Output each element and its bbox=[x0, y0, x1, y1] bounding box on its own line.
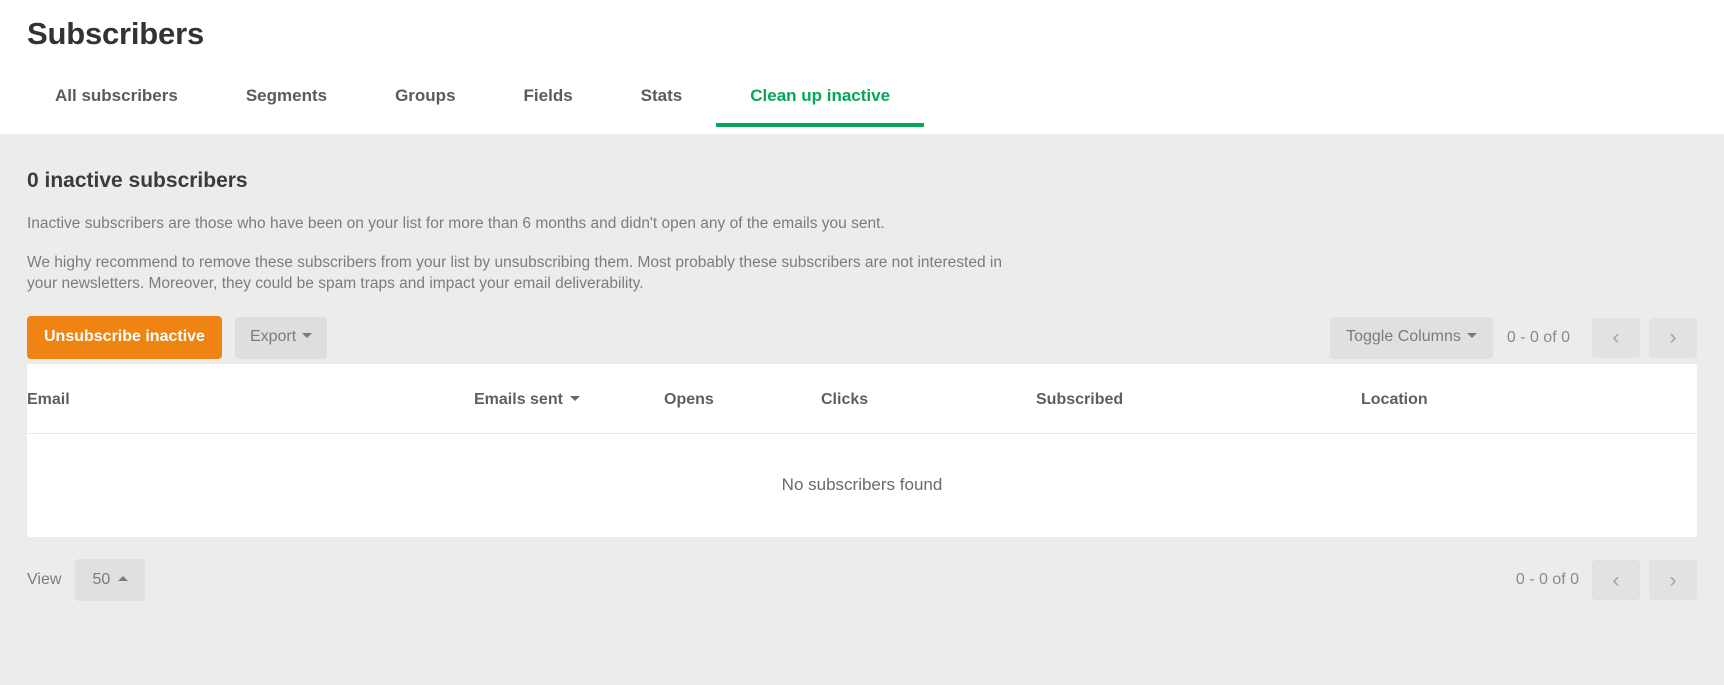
tab-bar: All subscribers Segments Groups Fields S… bbox=[0, 69, 1724, 127]
inactive-description-1: Inactive subscribers are those who have … bbox=[27, 215, 885, 232]
table-empty-row: No subscribers found bbox=[27, 434, 1697, 537]
column-header-subscribed-label: Subscribed bbox=[1036, 391, 1124, 408]
export-button[interactable]: Export bbox=[234, 316, 328, 359]
tab-segments[interactable]: Segments bbox=[212, 86, 361, 127]
column-header-clicks[interactable]: Clicks bbox=[821, 364, 1036, 434]
subscribers-table-card: Email Emails sent Opens Clicks Subscribe… bbox=[27, 364, 1697, 537]
page-header: Subscribers All subscribers Segments Gro… bbox=[0, 0, 1724, 134]
next-page-button-bottom[interactable]: › bbox=[1649, 560, 1697, 600]
pagination-range-top: 0 - 0 of 0 bbox=[1506, 328, 1570, 346]
column-header-subscribed[interactable]: Subscribed bbox=[1036, 364, 1361, 434]
column-header-emails-sent[interactable]: Emails sent bbox=[474, 364, 664, 434]
main-content: 0 inactive subscribers Inactive subscrib… bbox=[0, 134, 1724, 603]
tab-all-subscribers[interactable]: All subscribers bbox=[27, 86, 212, 127]
chevron-right-icon: › bbox=[1669, 568, 1677, 592]
toolbar-right-group: Toggle Columns 0 - 0 of 0 ‹ › bbox=[1330, 316, 1697, 359]
previous-page-button-top[interactable]: ‹ bbox=[1592, 317, 1640, 358]
column-header-location-label: Location bbox=[1361, 391, 1428, 408]
page-title: Subscribers bbox=[27, 16, 204, 51]
unsubscribe-inactive-button[interactable]: Unsubscribe inactive bbox=[27, 316, 222, 359]
pagination-range-bottom: 0 - 0 of 0 bbox=[1515, 571, 1579, 588]
toggle-columns-label: Toggle Columns bbox=[1346, 328, 1461, 345]
toggle-columns-button[interactable]: Toggle Columns bbox=[1330, 316, 1493, 359]
tab-fields[interactable]: Fields bbox=[490, 86, 607, 127]
column-header-location[interactable]: Location bbox=[1361, 364, 1697, 434]
sort-descending-icon bbox=[569, 396, 580, 402]
table-header-row: Email Emails sent Opens Clicks Subscribe… bbox=[27, 364, 1697, 434]
table-body: No subscribers found bbox=[27, 434, 1697, 537]
tab-stats[interactable]: Stats bbox=[607, 86, 717, 127]
page-size-selector[interactable]: 50 bbox=[75, 559, 146, 601]
empty-state-message: No subscribers found bbox=[781, 475, 943, 495]
chevron-right-icon: › bbox=[1669, 326, 1677, 349]
next-page-button-top[interactable]: › bbox=[1649, 317, 1697, 358]
inactive-subscribers-heading: 0 inactive subscribers bbox=[27, 169, 248, 192]
view-label: View bbox=[27, 571, 62, 588]
export-button-label: Export bbox=[249, 328, 297, 345]
chevron-up-icon bbox=[118, 575, 129, 581]
table-footer: View 50 0 - 0 of 0 ‹ › bbox=[27, 537, 1697, 603]
tab-groups[interactable]: Groups bbox=[361, 86, 489, 127]
chevron-down-icon bbox=[302, 333, 313, 339]
subscribers-table: Email Emails sent Opens Clicks Subscribe… bbox=[27, 364, 1697, 537]
table-head: Email Emails sent Opens Clicks Subscribe… bbox=[27, 364, 1697, 434]
column-header-clicks-label: Clicks bbox=[821, 391, 869, 408]
tab-clean-up-inactive[interactable]: Clean up inactive bbox=[716, 86, 925, 127]
column-header-opens[interactable]: Opens bbox=[664, 364, 821, 434]
column-header-email-label: Email bbox=[27, 391, 70, 408]
chevron-left-icon: ‹ bbox=[1612, 568, 1620, 592]
inactive-description-2: We highy recommend to remove these subsc… bbox=[27, 254, 1002, 292]
table-toolbar: Unsubscribe inactive Export Toggle Colum… bbox=[27, 294, 1697, 359]
chevron-left-icon: ‹ bbox=[1612, 326, 1620, 349]
page-size-value: 50 bbox=[92, 570, 111, 588]
footer-right-group: 0 - 0 of 0 ‹ › bbox=[1502, 560, 1697, 600]
column-header-emails-sent-label: Emails sent bbox=[474, 391, 563, 408]
previous-page-button-bottom[interactable]: ‹ bbox=[1592, 560, 1640, 600]
chevron-down-icon bbox=[1466, 333, 1477, 339]
column-header-opens-label: Opens bbox=[664, 391, 714, 408]
column-header-email[interactable]: Email bbox=[27, 364, 474, 434]
